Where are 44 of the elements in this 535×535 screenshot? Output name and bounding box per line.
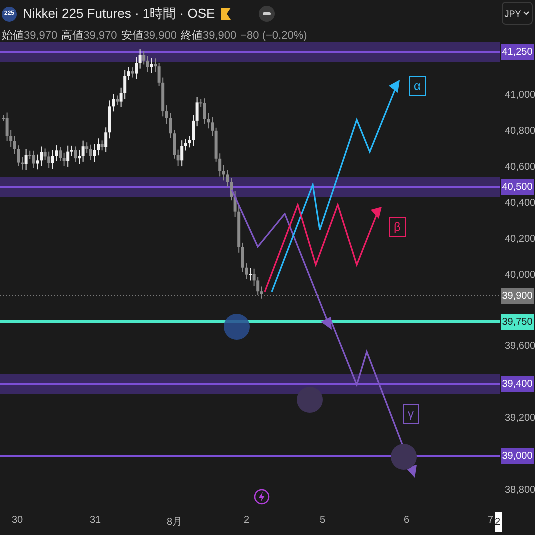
level-price-tag: 40,500 — [501, 179, 534, 195]
price-tick: 40,200 — [505, 234, 535, 245]
wave-label: γ — [403, 404, 419, 424]
flag-icon[interactable] — [221, 8, 232, 20]
level-price-tag: 39,750 — [501, 314, 534, 330]
circle-marker — [297, 387, 323, 413]
ohlc-label: 安値 — [121, 28, 144, 43]
ohlc-value: 39,970 — [84, 30, 118, 42]
caret-icon — [523, 11, 530, 16]
minus-icon[interactable] — [259, 6, 276, 22]
level-price-tag: 41,250 — [501, 44, 534, 60]
price-tick: 40,600 — [505, 162, 535, 173]
time-tick: 5 — [320, 515, 326, 526]
wave-label: β — [389, 217, 406, 237]
time-tick: 2 — [244, 515, 250, 526]
level-price-tag: 39,000 — [501, 448, 534, 464]
time-tick: 8月 — [167, 516, 183, 529]
ohlc-value: 39,900 — [143, 30, 177, 42]
price-tick: 40,400 — [505, 198, 535, 209]
currency-dropdown[interactable]: JPY — [502, 2, 533, 25]
price-change: −80 (−0.20%) — [240, 30, 308, 42]
time-tick: 31 — [90, 515, 102, 526]
time-tick: 30 — [12, 515, 24, 526]
time-tick: 7 — [488, 515, 494, 526]
price-tick: 40,800 — [505, 126, 535, 137]
circle-marker — [224, 314, 250, 340]
price-tick: 40,000 — [505, 270, 535, 281]
time-tick: 6 — [404, 515, 410, 526]
time-cursor-tag: 2 — [495, 512, 502, 532]
current-price-tag: 39,900 — [501, 288, 534, 304]
price-tick: 39,600 — [505, 341, 535, 352]
symbol-title[interactable]: Nikkei 225 Futures · 1時間 · OSE — [23, 5, 216, 23]
ohlc-label: 始値 — [2, 29, 24, 43]
circle-marker — [391, 444, 417, 470]
price-tick: 39,200 — [505, 413, 535, 424]
ohlc-value: 39,970 — [24, 30, 58, 42]
wave-label: α — [409, 76, 426, 96]
ohlc-label: 終値 — [180, 29, 203, 43]
price-tick: 38,800 — [505, 485, 535, 496]
lightning-icon[interactable] — [254, 489, 270, 505]
ohlc-value: 39,900 — [202, 30, 237, 42]
price-tick: 41,000 — [505, 90, 535, 101]
ohlc-label: 高値 — [62, 28, 84, 43]
level-price-tag: 39,400 — [501, 376, 534, 392]
